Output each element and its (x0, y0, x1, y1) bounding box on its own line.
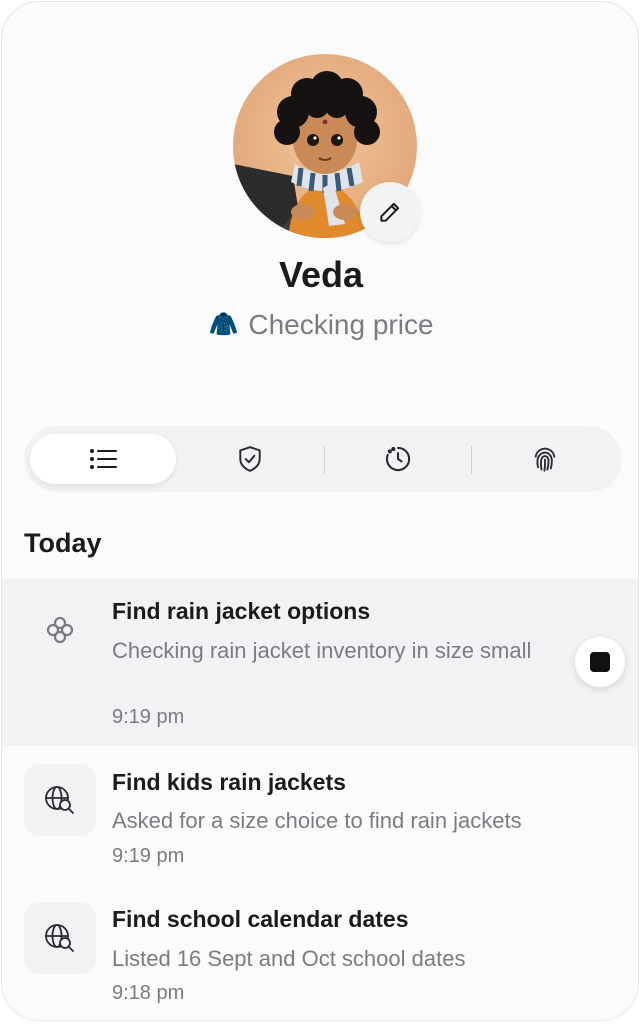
task-item[interactable]: Find kids rain jackets Asked for a size … (2, 750, 638, 890)
flower-icon (46, 616, 74, 644)
avatar-container (233, 54, 420, 242)
task-description: Checking rain jacket inventory in size s… (112, 638, 532, 663)
agent-status: 🧥 Checking price (2, 309, 638, 341)
section-title-today: Today (24, 528, 102, 558)
task-time: 9:19 pm (112, 706, 185, 728)
clock-icon (385, 446, 411, 472)
web-search-icon (45, 924, 74, 952)
task-item[interactable]: Find rain jacket options Checking rain j… (2, 579, 638, 746)
fingerprint-icon (534, 447, 556, 472)
task-time: 9:19 pm (112, 845, 185, 867)
task-description: Listed 16 Sept and Oct school dates (112, 946, 466, 971)
task-icon-container (24, 764, 96, 836)
task-icon-container (24, 902, 96, 974)
shield-check-icon (239, 446, 261, 472)
tab-schedule[interactable] (325, 434, 471, 484)
edit-avatar-button[interactable] (360, 182, 420, 242)
task-time: 9:18 pm (112, 982, 185, 1004)
status-text: Checking price (248, 309, 434, 340)
task-title: Find rain jacket options (112, 598, 371, 624)
task-description: Asked for a size choice to find rain jac… (112, 808, 522, 833)
task-title: Find school calendar dates (112, 906, 409, 932)
task-title: Find kids rain jackets (112, 769, 346, 795)
stop-task-button[interactable] (575, 637, 625, 687)
tab-identity[interactable] (472, 434, 618, 484)
task-item[interactable]: Find school calendar dates Listed 16 Sep… (2, 888, 638, 1020)
task-icon-container (24, 594, 96, 666)
web-search-icon (45, 786, 74, 814)
agent-card: Veda 🧥 Checking price Today Find rain ja… (1, 1, 639, 1021)
tab-permissions[interactable] (176, 434, 324, 484)
pencil-icon (380, 202, 400, 222)
list-icon (90, 449, 117, 469)
tab-activity-list[interactable] (30, 434, 176, 484)
coat-icon: 🧥 (208, 311, 239, 338)
agent-name: Veda (278, 254, 364, 295)
stop-icon (590, 652, 610, 672)
tab-bar (24, 426, 622, 492)
